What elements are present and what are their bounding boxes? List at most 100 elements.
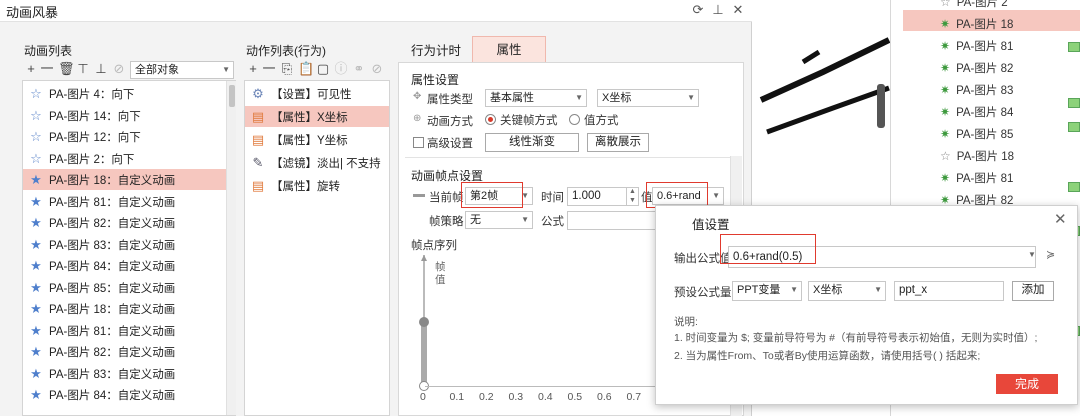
anim-list-scrollbar[interactable] [226, 81, 236, 415]
frame-handle-icon [413, 194, 425, 197]
strategy-select[interactable]: 无 ▼ [465, 211, 533, 229]
anim-list-item[interactable]: ★ PA-图片 84：自定义动画 [23, 384, 235, 405]
side-list-item[interactable]: ✷ PA-图片 18 [940, 14, 1013, 35]
chevron-down-icon[interactable]: ▼ [1028, 250, 1036, 259]
preset-formula-label: 预设公式量 [674, 287, 732, 299]
anim-list-item[interactable]: ★ PA-图片 82：自定义动画 [23, 212, 235, 233]
pin-icon[interactable]: ⊥ [710, 2, 726, 18]
action-list-item[interactable]: ✎ 【滤镜】淡出| 不支持 [245, 152, 389, 173]
side-list-item[interactable]: ☆ PA-图片 2 [940, 0, 1008, 13]
anim-list-item[interactable]: ★ PA-图片 81：自定义动画 [23, 320, 235, 341]
move-bottom-icon[interactable]: ⊥ [94, 61, 108, 77]
add-button[interactable]: 添加 [1012, 281, 1054, 301]
mode-value-label[interactable]: 值方式 [584, 112, 619, 128]
props-section-title: 属性设置 [411, 73, 460, 87]
discrete-display-button[interactable]: 离散展示 [587, 133, 649, 152]
action-list-item[interactable]: ⚙ 【设置】可见性 [245, 83, 389, 104]
star-outline-icon: ☆ [30, 86, 42, 101]
dialog-title: 动画风暴 [6, 5, 59, 20]
doc-icon: ▤ [251, 132, 265, 147]
anim-list-item[interactable]: ★ PA-图片 82：自定义动画 [23, 341, 235, 362]
anim-mode-label: 动画方式 [427, 116, 473, 128]
preset-attr-select[interactable]: X坐标 ▼ [808, 281, 886, 301]
copy-icon[interactable]: ⎘ [280, 61, 294, 77]
info-icon[interactable]: ⓘ [334, 61, 348, 77]
anim-list-item-label: PA-图片 4：向下 [49, 89, 135, 101]
clipboard-icon[interactable]: ▢ [316, 61, 330, 77]
tab-properties[interactable]: 属性 [472, 36, 546, 62]
gear-icon: ⚙ [252, 86, 264, 101]
link-action-icon[interactable]: ⚭ [352, 61, 366, 77]
advanced-checkbox[interactable] [413, 137, 424, 148]
expand-icon[interactable]: ≽ [1046, 248, 1055, 261]
chevron-down-icon: ▼ [712, 191, 720, 200]
anim-list-item-label: PA-图片 82：自定义动画 [49, 347, 176, 359]
trash-icon[interactable]: 🗑 [58, 61, 75, 77]
prop-type-select[interactable]: 基本属性 ▼ [485, 89, 587, 107]
star-outline-icon: ☆ [940, 0, 951, 9]
action-list-item[interactable]: ▤ 【属性】旋转 [245, 175, 389, 196]
anim-list-item-label: PA-图片 2：向下 [49, 153, 135, 166]
scroll-thumb[interactable] [229, 85, 235, 107]
object-filter-value: 全部对象 [135, 64, 179, 76]
linear-gradient-button[interactable]: 线性渐变 [485, 133, 579, 152]
formula-input[interactable] [567, 211, 657, 230]
move-top-icon[interactable]: ⊤ [76, 61, 90, 77]
side-list-item[interactable]: ✷ PA-图片 81 [940, 36, 1013, 57]
mode-keyframe-label[interactable]: 关键帧方式 [500, 112, 558, 128]
anim-list-item[interactable]: ★ PA-图片 83：自定义动画 [23, 234, 235, 255]
anim-list-item-label: PA-图片 18：自定义动画 [49, 175, 176, 187]
side-list-item[interactable]: ✷ PA-图片 83 [940, 80, 1013, 101]
object-filter-select[interactable]: 全部对象 ▼ [130, 61, 234, 79]
time-input[interactable]: 1.000 [567, 187, 627, 206]
action-list-item[interactable]: ▤ 【属性】Y坐标 [245, 129, 389, 150]
prop-attr-select[interactable]: X坐标 ▼ [597, 89, 699, 107]
add-action-icon[interactable]: + [246, 61, 260, 77]
refresh-icon[interactable]: ⟳ [690, 2, 706, 18]
side-list-item[interactable]: ✷ PA-图片 84 [940, 102, 1013, 123]
anim-list-item[interactable]: ☆ PA-图片 2：向下 [23, 148, 235, 169]
anim-list-item[interactable]: ★ PA-图片 83：自定义动画 [23, 363, 235, 384]
remove-action-icon[interactable]: 一 [262, 61, 276, 77]
canvas-scroll-thumb[interactable] [877, 84, 885, 128]
dialog-titlebar: 动画风暴 ⟳ ⊥ ✕ [0, 0, 752, 22]
anim-list-item[interactable]: ★ PA-图片 84：自定义动画 [23, 255, 235, 276]
side-list-item[interactable]: ✷ PA-图片 82 [940, 58, 1013, 79]
side-list-item[interactable]: ✷ PA-图片 81 [940, 168, 1013, 189]
prop-type-icon: ✥ [413, 91, 422, 102]
anim-list-item[interactable]: ☆ PA-图片 12：向下 [23, 126, 235, 147]
action-list: ⚙ 【设置】可见性 ▤ 【属性】X坐标 ▤ 【属性】Y坐标 ✎ 【滤镜】淡出| 不支持 ▤ 【属性… [244, 80, 390, 416]
x-axis-tick: 0.4 [538, 391, 553, 403]
advanced-label: 高级设置 [427, 138, 473, 150]
anim-list-item[interactable]: ☆ PA-图片 4：向下 [23, 83, 235, 104]
tab-timing[interactable]: 行为计时 [400, 38, 472, 64]
keyframe-point[interactable] [419, 317, 429, 327]
time-spinner[interactable]: ▲ ▼ [627, 187, 639, 206]
close-icon[interactable]: ✕ [730, 2, 746, 18]
action-list-item-label: 【属性】旋转 [271, 181, 340, 193]
preset-type-select[interactable]: PPT变量 ▼ [732, 281, 802, 301]
anim-list-item[interactable]: ★ PA-图片 85：自定义动画 [23, 277, 235, 298]
done-button[interactable]: 完成 [996, 374, 1058, 394]
paste-icon[interactable]: 📋 [298, 61, 314, 77]
mode-keyframe-radio[interactable] [485, 114, 496, 125]
doc-icon: ▤ [251, 109, 265, 124]
anim-list-item[interactable]: ★ PA-图片 81：自定义动画 [23, 191, 235, 212]
anim-list-item[interactable]: ★ PA-图片 18：自定义动画 [23, 169, 235, 190]
star-outline-icon: ☆ [940, 149, 951, 163]
add-icon[interactable]: + [24, 61, 38, 77]
link-icon[interactable]: ⊘ [112, 61, 126, 77]
unlink-icon[interactable]: ⊘ [370, 61, 384, 77]
mode-value-radio[interactable] [569, 114, 580, 125]
remove-icon[interactable]: 一 [40, 61, 54, 77]
action-list-item[interactable]: ▤ 【属性】X坐标 [245, 106, 389, 127]
green-star-icon: ✷ [940, 127, 951, 141]
side-list-item[interactable]: ✷ PA-图片 85 [940, 124, 1013, 145]
anim-list-item[interactable]: ★ PA-图片 18：自定义动画 [23, 298, 235, 319]
star-outline-icon: ☆ [30, 107, 42, 123]
side-list-item[interactable]: ☆ PA-图片 18 [940, 146, 1014, 167]
anim-list-item-label: PA-图片 18：自定义动画 [49, 304, 176, 316]
preset-var-input[interactable]: ppt_x [894, 281, 1004, 301]
anim-list-item[interactable]: ☆ PA-图片 14：向下 [23, 105, 235, 126]
close-icon[interactable]: ✕ [1054, 210, 1067, 228]
